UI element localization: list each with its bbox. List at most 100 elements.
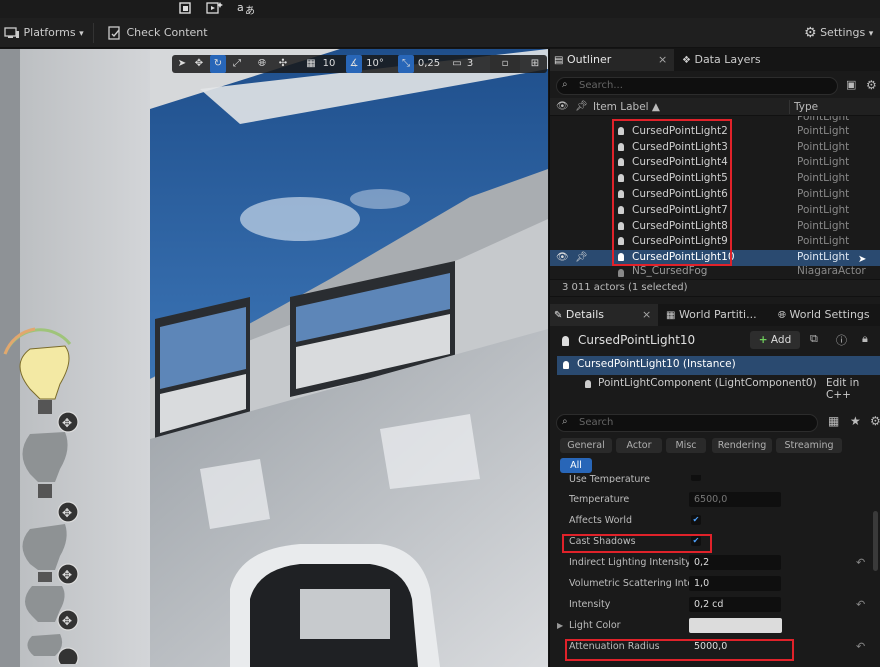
col-divider (789, 100, 790, 114)
world-coord-icon[interactable]: 🌐︎ (254, 55, 270, 73)
add-label: Add (770, 334, 792, 346)
checkbox[interactable]: ✔ (691, 515, 701, 525)
scale-mode-icon[interactable]: ⤢ (230, 55, 244, 73)
col-type[interactable]: Type (794, 98, 818, 116)
maximize-viewport-icon[interactable]: ▫ (490, 55, 520, 73)
expand-arrow-icon[interactable]: ▶ (557, 615, 563, 636)
tab-data-layers[interactable]: ❖ Data Layers (678, 49, 798, 71)
star-icon[interactable]: ★ (850, 414, 861, 428)
col-item-label[interactable]: Item Label ▲ (593, 98, 660, 116)
grid-snap-value[interactable]: 10 (320, 55, 338, 73)
table-view-icon[interactable]: ▦ (828, 414, 839, 428)
component-row[interactable]: PointLightComponent (LightComponent0) Ed… (557, 375, 880, 401)
blueprint-icon[interactable]: ⧉ (810, 332, 818, 346)
close-icon[interactable]: × (658, 49, 667, 71)
row-type: PointLight (797, 124, 850, 137)
indirect-intensity-field[interactable]: 0,2 (689, 555, 781, 570)
settings-label: Settings (820, 26, 866, 39)
tab-world-partition[interactable]: ▦ World Partiti... (662, 304, 772, 326)
scale-snap-icon[interactable]: ⤡ (398, 55, 414, 73)
add-folder-icon[interactable]: ▣ (846, 78, 856, 91)
viewport-layout-icon[interactable]: ⊞ (528, 55, 542, 73)
outliner-search-input[interactable]: Search... (556, 77, 838, 95)
add-component-button[interactable]: + Add (750, 331, 800, 349)
scale-snap-value[interactable]: 0,25 (416, 55, 442, 73)
check-content-button[interactable]: Check Content (107, 22, 208, 44)
row-type: PointLight (797, 235, 850, 248)
reset-icon[interactable]: ↶ (856, 552, 865, 573)
prop-label: Light Color (569, 620, 621, 631)
prop-indirect-lighting: Indirect Lighting Intensity 0,2 ↶ (550, 552, 880, 573)
reset-icon[interactable]: ↶ (856, 636, 865, 657)
camera-speed-value[interactable]: 3 (464, 55, 476, 73)
light-color-swatch[interactable] (689, 618, 782, 633)
category-rendering[interactable]: Rendering (712, 438, 772, 453)
actor-header: CursedPointLight10 + Add ⧉ ⓘ 🔒︎ (550, 328, 880, 354)
camera-speed-icon[interactable]: ▭ (450, 55, 464, 73)
check-content-label: Check Content (126, 26, 208, 39)
row-type: PointLight (797, 188, 850, 200)
tab-details-label: Details (565, 308, 605, 321)
row-type: PointLight (797, 172, 850, 185)
highlight-box-lights (612, 119, 732, 266)
translate-mode-icon[interactable]: ✥ (192, 55, 206, 73)
volumetric-field[interactable]: 1,0 (689, 576, 781, 591)
check-content-icon (108, 26, 120, 40)
surface-snap-icon[interactable]: ✣ (276, 55, 290, 73)
row-label: NS_CursedFog (632, 266, 708, 277)
level-viewport[interactable]: ➤ ✥ ↻ ⤢ 🌐︎ ✣ ▦ 10 ∡ 10° ⤡ 0,25 ▭ 3 ▫ ⊞ ✥… (0, 49, 548, 667)
layout-icon[interactable] (174, 0, 196, 18)
pencil-icon: ✎ (554, 310, 563, 321)
instance-row[interactable]: CursedPointLight10 (Instance) (557, 356, 880, 375)
prop-volumetric-scattering: Volumetric Scattering Inten... 1,0 (550, 573, 880, 594)
gear-icon[interactable]: ⚙ (870, 414, 880, 428)
category-all[interactable]: All (560, 458, 592, 473)
rotation-snap-value[interactable]: 10° (364, 55, 386, 73)
grid-snap-icon[interactable]: ▦ (304, 55, 318, 73)
prop-use-temperature: Use Temperature ✔ (550, 475, 880, 483)
prop-label: Volumetric Scattering Inten... (569, 578, 709, 589)
tab-details[interactable]: ✎ Details × (550, 304, 658, 326)
tab-outliner[interactable]: ▤ Outliner × (550, 49, 674, 71)
outliner-header: 👁︎ 📌︎ Item Label ▲ Type (550, 98, 880, 116)
outliner-tabbar: ▤ Outliner × ❖ Data Layers (550, 49, 880, 71)
point-light-sprites: ✥ ✥ ✥ ✥ (3, 327, 79, 664)
lightbulb-icon (562, 336, 569, 346)
visibility-icon[interactable]: 👁︎ (556, 250, 569, 266)
intensity-field[interactable]: 0,2 cd (689, 597, 781, 612)
list-item[interactable]: NS_CursedFog NiagaraActor (550, 266, 880, 278)
actor-name[interactable]: CursedPointLight10 (578, 333, 695, 347)
cursor-icon: ➤ (858, 254, 867, 265)
details-scrollbar[interactable] (873, 511, 878, 571)
rotate-mode-icon[interactable]: ↻ (210, 55, 226, 73)
details-search-input[interactable]: Search (556, 414, 818, 432)
settings-button[interactable]: ⚙ Settings ▾ (804, 22, 873, 44)
lightbulb-icon (563, 361, 569, 369)
category-streaming[interactable]: Streaming (776, 438, 842, 453)
checkbox[interactable]: ✔ (691, 475, 701, 481)
rotation-snap-icon[interactable]: ∡ (346, 55, 362, 73)
visibility-icon[interactable]: 👁︎ (556, 98, 569, 116)
edit-in-cpp-link[interactable]: Edit in C++ (826, 377, 880, 401)
category-misc[interactable]: Misc (666, 438, 706, 453)
pin-icon[interactable]: 📌︎ (575, 98, 588, 116)
gear-icon: ⚙ (804, 25, 817, 41)
select-mode-icon[interactable]: ➤ (175, 55, 189, 73)
plus-icon: + (758, 334, 768, 346)
gear-icon[interactable]: ⚙ (866, 78, 877, 92)
category-general[interactable]: General (560, 438, 612, 453)
pin-icon[interactable]: 📌︎ (575, 250, 588, 266)
component-label: PointLightComponent (LightComponent0) (598, 377, 817, 389)
translate-icon[interactable]: aあ (235, 0, 257, 18)
close-icon[interactable]: × (642, 304, 651, 326)
temperature-field[interactable]: 6500,0 (689, 492, 781, 507)
lock-icon[interactable]: 🔒︎ (862, 332, 868, 346)
reset-icon[interactable]: ↶ (856, 594, 865, 615)
grid-icon: ▦ (666, 310, 676, 321)
category-actor[interactable]: Actor (616, 438, 662, 453)
tab-world-settings[interactable]: 🌐︎ World Settings (774, 304, 880, 326)
play-sparkle-icon[interactable] (204, 0, 226, 18)
platforms-button[interactable]: Platforms ▾ (4, 22, 84, 44)
tab-world-partition-label: World Partiti... (678, 308, 757, 321)
help-icon[interactable]: ⓘ (836, 332, 847, 348)
